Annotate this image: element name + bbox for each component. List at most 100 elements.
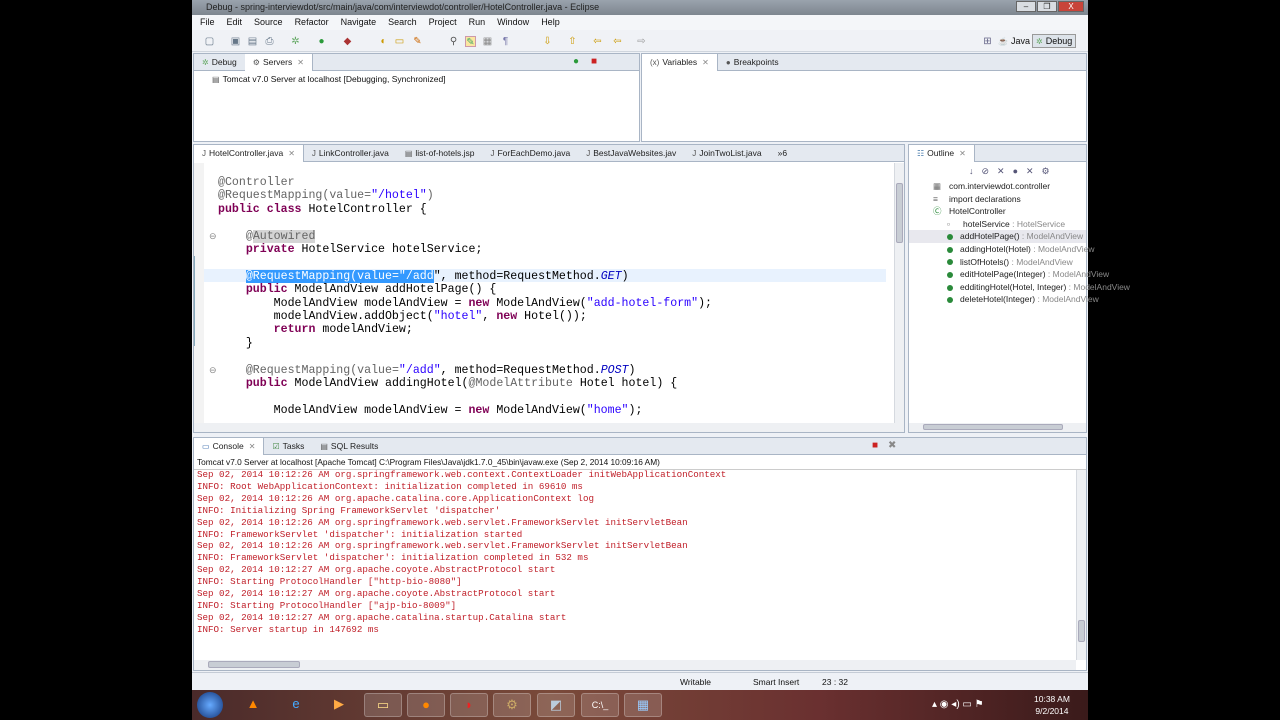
prev-annotation-icon[interactable]: ⇧ — [567, 36, 578, 47]
next-annotation-icon[interactable]: ⇩ — [542, 36, 553, 47]
scroll-thumb[interactable] — [923, 424, 1063, 430]
save-all-icon[interactable]: ▤ — [247, 36, 258, 47]
menu-window[interactable]: Window — [497, 15, 529, 30]
outline-item[interactable]: edditingHotel(Hotel, Integer) : ModelAnd… — [909, 281, 1130, 294]
menu-file[interactable]: File — [200, 15, 215, 30]
fold-icon[interactable]: ⊖ — [209, 365, 217, 376]
tab-editor-file[interactable]: J BestJavaWebsites.jav — [578, 145, 684, 162]
outline-hscrollbar[interactable] — [909, 423, 1086, 432]
remove-launch-icon[interactable]: ✖ — [888, 440, 896, 451]
menu-search[interactable]: Search — [388, 15, 417, 30]
server-row[interactable]: ▤ Tomcat v7.0 Server at localhost [Debugg… — [212, 74, 446, 84]
outline-toolbar[interactable]: ↓⊘✕●✕⚙ — [969, 166, 1058, 177]
tab-variables[interactable]: (x) Variables ✕ — [642, 53, 718, 71]
print-icon[interactable]: ⎙ — [264, 36, 275, 47]
menu-navigate[interactable]: Navigate — [341, 15, 377, 30]
tray-icons[interactable]: ▴ ◉ ◂) ▭ ⚑ — [932, 699, 984, 710]
maximize-button[interactable]: ❐ — [1037, 1, 1057, 12]
filezilla-icon[interactable]: ◗ — [450, 693, 488, 717]
code-token: "hotel" — [433, 310, 483, 324]
tab-editor-file[interactable]: J HotelController.java ✕ — [194, 144, 304, 162]
menu-refactor[interactable]: Refactor — [295, 15, 329, 30]
mark-occurrences-icon[interactable]: ✎ — [465, 36, 476, 48]
clock[interactable]: 10:38 AM 9/2/2014 — [1034, 693, 1070, 717]
show-whitespace-icon[interactable]: ¶ — [500, 36, 511, 47]
eclipse-icon[interactable]: ⚙ — [493, 693, 531, 717]
command-prompt-icon[interactable]: C:\_ — [581, 693, 619, 717]
movie-maker-icon[interactable]: ▦ — [624, 693, 662, 717]
perspective-java[interactable]: ☕ Java — [998, 36, 1030, 46]
block-selection-icon[interactable]: ▦ — [482, 36, 493, 47]
tab-editor-file[interactable]: J JoinTwoList.java — [684, 145, 769, 162]
close-icon[interactable]: ✕ — [959, 149, 966, 158]
tab-editor-file[interactable]: J LinkController.java — [304, 145, 397, 162]
firefox-icon[interactable]: ● — [407, 693, 445, 717]
tab-outline[interactable]: ☷ Outline ✕ — [909, 144, 975, 162]
start-server-icon[interactable]: ● — [573, 56, 579, 67]
outline-item[interactable]: deleteHotel(Integer) : ModelAndView — [909, 293, 1099, 306]
scroll-thumb[interactable] — [208, 661, 300, 668]
notepad-icon[interactable]: ◩ — [537, 693, 575, 717]
outline-item[interactable]: editHotelPage(Integer) : ModelAndView — [909, 268, 1109, 281]
tab-breakpoints[interactable]: ● Breakpoints — [718, 54, 787, 71]
debug-icon[interactable]: ✲ — [290, 36, 301, 47]
outline-item[interactable]: ▦ com.interviewdot.controller — [909, 180, 1086, 193]
console-output[interactable]: Sep 02, 2014 10:12:26 AM org.springframe… — [197, 469, 726, 636]
method-icon — [947, 259, 953, 266]
media-player-icon[interactable]: ▶ — [320, 693, 358, 717]
terminate-icon[interactable]: ■ — [872, 440, 878, 451]
open-perspective-icon[interactable]: ⊞ — [982, 36, 993, 47]
forward-icon[interactable]: ⇨ — [636, 36, 647, 47]
scroll-thumb[interactable] — [1078, 620, 1085, 642]
close-icon[interactable]: ✕ — [702, 58, 709, 67]
last-edit-icon[interactable]: ⇦ — [592, 36, 603, 47]
close-icon[interactable]: ✕ — [288, 149, 295, 158]
close-icon[interactable]: ✕ — [249, 442, 256, 451]
code-editor[interactable]: @Controller @RequestMapping(value="/hotel… — [218, 176, 712, 417]
open-type-icon[interactable]: ◐ — [378, 36, 389, 47]
outline-item-type: : ModelAndView — [1019, 231, 1084, 242]
minimize-button[interactable]: – — [1016, 1, 1036, 12]
vlc-icon[interactable]: ▲ — [234, 693, 272, 717]
open-folder-icon[interactable]: ▭ — [394, 36, 405, 47]
menu-help[interactable]: Help — [541, 15, 560, 30]
close-icon[interactable]: ✕ — [297, 58, 304, 67]
tab-sql-results[interactable]: ▤ SQL Results — [312, 438, 386, 455]
toggle-breadcrumb-icon[interactable]: ⚲ — [448, 36, 459, 47]
back-icon[interactable]: ⇦ — [612, 36, 623, 47]
outline-item[interactable]: Ⓒ HotelController — [909, 205, 1086, 218]
tab-editor-file[interactable]: ▤ list-of-hotels.jsp — [397, 145, 483, 162]
menu-project[interactable]: Project — [429, 15, 457, 30]
search-icon[interactable]: ✎ — [412, 36, 423, 47]
menu-source[interactable]: Source — [254, 15, 283, 30]
editor-hscrollbar[interactable] — [194, 423, 904, 432]
external-tools-icon[interactable]: ◆ — [342, 36, 353, 47]
console-vscrollbar[interactable] — [1076, 470, 1086, 660]
menu-run[interactable]: Run — [469, 15, 486, 30]
editor-vscrollbar[interactable] — [894, 163, 904, 423]
menu-edit[interactable]: Edit — [227, 15, 243, 30]
outline-item[interactable]: addingHotel(Hotel) : ModelAndView — [909, 243, 1095, 256]
file-explorer-icon[interactable]: ▭ — [364, 693, 402, 717]
fold-icon[interactable]: ⊖ — [209, 231, 217, 242]
outline-item[interactable]: ▫ hotelService : HotelService — [909, 218, 1086, 231]
stop-server-icon[interactable]: ■ — [591, 56, 597, 67]
save-icon[interactable]: ▣ — [230, 36, 241, 47]
internet-explorer-icon[interactable]: e — [277, 693, 315, 717]
close-button[interactable]: X — [1058, 1, 1084, 12]
outline-item[interactable]: addHotelPage() : ModelAndView — [909, 230, 1086, 243]
console-hscrollbar[interactable] — [194, 660, 1076, 670]
scroll-thumb[interactable] — [896, 183, 903, 243]
tab-debug[interactable]: ✲ Debug — [194, 54, 245, 71]
tab-console[interactable]: ▭ Console ✕ — [194, 437, 265, 455]
outline-item[interactable]: listOfHotels() : ModelAndView — [909, 256, 1086, 269]
new-icon[interactable]: ▢ — [204, 36, 215, 47]
run-icon[interactable]: ● — [316, 36, 327, 47]
tab-tasks[interactable]: ☑ Tasks — [264, 438, 312, 455]
tab-servers[interactable]: ⚙ Servers ✕ — [244, 53, 313, 71]
start-button[interactable] — [197, 692, 223, 718]
tab-overflow[interactable]: »6 — [770, 145, 795, 162]
tab-editor-file[interactable]: J ForEachDemo.java — [482, 145, 578, 162]
perspective-debug[interactable]: ✲ Debug — [1032, 34, 1077, 48]
outline-item[interactable]: ≡ import declarations — [909, 193, 1086, 206]
